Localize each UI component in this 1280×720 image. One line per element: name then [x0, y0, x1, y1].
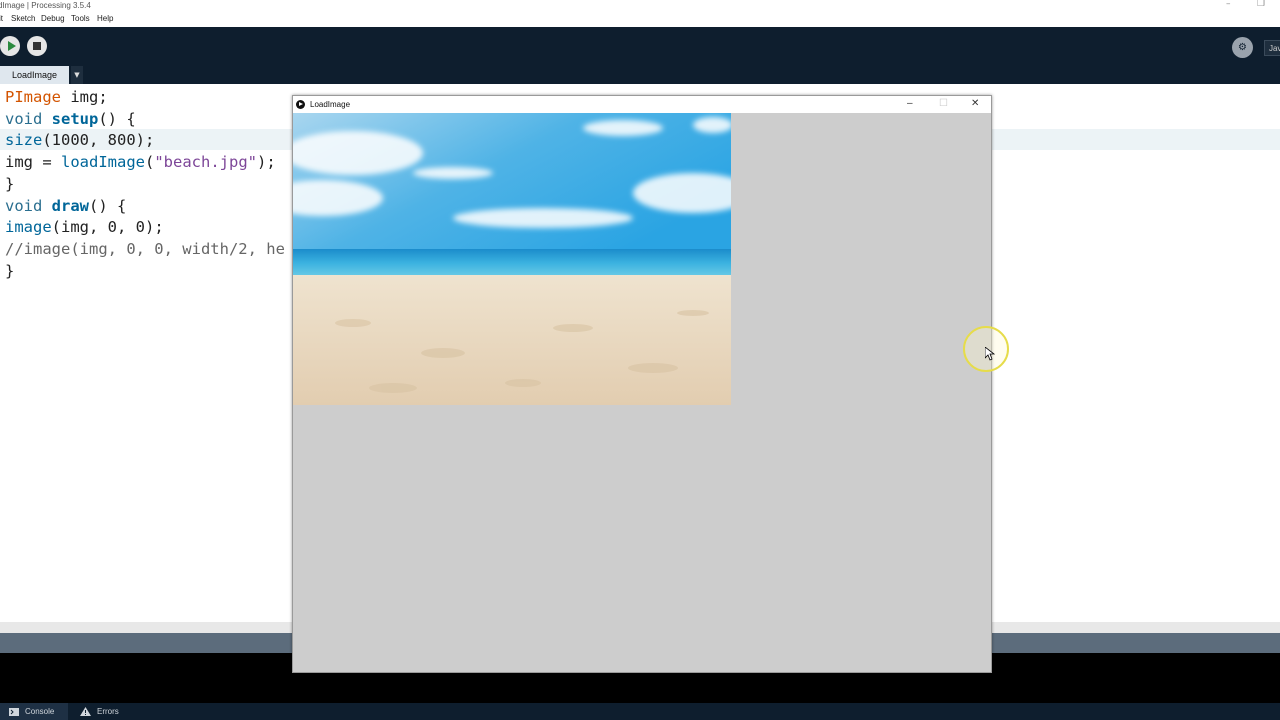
ide-title-bar: dImage | Processing 3.5.4 – ❐ — [0, 0, 1280, 12]
code-line[interactable]: void setup() { — [5, 109, 285, 131]
debug-mode-button[interactable]: ⚙ — [1232, 37, 1253, 58]
console-tab[interactable]: Console — [0, 703, 68, 720]
sketch-window-title: LoadImage — [310, 100, 351, 109]
code-token: //image(img, 0, 0, width/2, he — [5, 239, 285, 258]
code-token: img; — [61, 88, 108, 106]
butterfly-icon: ⚙ — [1238, 42, 1247, 53]
code-line[interactable]: //image(img, 0, 0, width/2, he — [5, 239, 285, 261]
beach-image — [293, 113, 731, 405]
code-token: size — [5, 131, 43, 150]
footer-tabs: Console Errors — [0, 703, 1280, 720]
code-line[interactable]: size(1000, 800); — [5, 130, 285, 152]
code-line[interactable]: PImage img; — [5, 87, 285, 109]
sketch-title-bar[interactable]: LoadImage – ☐ ✕ — [293, 96, 991, 113]
mode-selector[interactable]: Jav — [1264, 40, 1280, 56]
code-token: ( — [145, 153, 155, 172]
code-token: draw — [51, 196, 89, 215]
menu-sketch[interactable]: Sketch — [11, 14, 35, 23]
tab-loadimage[interactable]: LoadImage — [0, 66, 69, 84]
console-icon — [9, 707, 19, 716]
code-token: () { — [89, 196, 127, 215]
code-line[interactable]: } — [5, 174, 285, 196]
tab-bar: LoadImage ▼ — [0, 66, 1280, 84]
panel-edge — [1274, 633, 1280, 643]
mouse-pointer-icon — [985, 347, 995, 361]
code-line[interactable]: void draw() { — [5, 196, 285, 218]
code-line[interactable]: } — [5, 261, 285, 283]
beach-photo — [293, 113, 731, 405]
stop-button[interactable] — [27, 36, 47, 56]
code-token: (img, 0, 0); — [51, 218, 164, 237]
stop-icon — [33, 42, 41, 50]
minimize-icon[interactable]: – — [907, 98, 913, 109]
code-line[interactable]: img = loadImage("beach.jpg"); — [5, 152, 285, 174]
run-button[interactable] — [0, 36, 20, 56]
maximize-icon: ☐ — [939, 98, 948, 109]
menu-help[interactable]: Help — [97, 14, 113, 23]
tab-menu-arrow-icon[interactable]: ▼ — [71, 66, 83, 84]
code-token: ); — [257, 153, 276, 172]
errors-tab-label: Errors — [97, 707, 119, 716]
code-token: image — [5, 218, 52, 237]
code-token: setup — [51, 109, 99, 128]
code-token: PImage — [5, 88, 61, 106]
code-token: } — [5, 174, 15, 193]
console-tab-label: Console — [25, 707, 55, 716]
code-text[interactable]: PImage img; void setup() {size(1000, 800)… — [5, 87, 285, 282]
code-token: void — [5, 109, 43, 128]
close-icon[interactable]: ✕ — [971, 98, 979, 109]
ide-window-title: dImage | Processing 3.5.4 — [0, 1, 91, 10]
code-token: "beach.jpg" — [154, 153, 257, 172]
play-icon — [8, 41, 16, 51]
errors-tab[interactable]: Errors — [80, 703, 140, 720]
code-token: img = — [5, 153, 61, 172]
code-token: } — [5, 261, 15, 280]
code-line[interactable]: image(img, 0, 0); — [5, 217, 285, 239]
processing-logo-icon — [296, 100, 305, 109]
toolbar: ⚙ Jav — [0, 27, 1280, 66]
menu-edit[interactable]: it — [0, 14, 3, 23]
minimize-icon[interactable]: – — [1226, 0, 1231, 9]
menu-tools[interactable]: Tools — [71, 14, 90, 23]
code-token: () { — [98, 109, 136, 128]
menu-debug[interactable]: Debug — [41, 14, 65, 23]
code-token: loadImage — [61, 153, 145, 172]
warning-icon — [80, 707, 91, 717]
restore-icon[interactable]: ❐ — [1257, 0, 1265, 9]
code-token: (1000, 800); — [42, 131, 155, 150]
menu-bar: it Sketch Debug Tools Help — [0, 12, 1280, 27]
code-token: void — [5, 196, 43, 215]
sketch-window[interactable]: LoadImage – ☐ ✕ — [292, 95, 992, 673]
